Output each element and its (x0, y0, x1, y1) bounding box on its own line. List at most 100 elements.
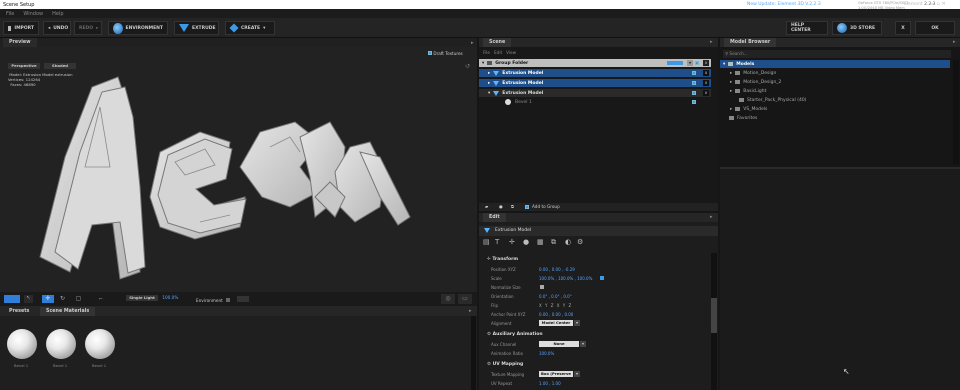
environment-swatch[interactable] (237, 296, 250, 302)
material-preset-thumb[interactable] (46, 329, 76, 359)
minimize-icon[interactable]: — (930, 1, 935, 7)
material-preset-thumb[interactable] (7, 329, 37, 359)
browser-item[interactable]: Starter_Pack_Physical (40) (736, 96, 806, 104)
transform-section-title[interactable]: ✛ Transform (487, 257, 518, 262)
deform-icon[interactable]: ◐ (565, 238, 571, 246)
scale-value[interactable]: 100.0% , 100.0% , 100.0% (539, 276, 592, 281)
camera-tool-icon[interactable] (4, 295, 20, 303)
undo-button[interactable]: ◂ UNDO (43, 21, 71, 35)
browser-menu-icon[interactable]: ▸ (953, 39, 956, 45)
panel-menu-icon[interactable]: ▸ (471, 40, 474, 46)
tab-scene[interactable]: Scene (483, 38, 512, 47)
scene-item[interactable]: ▸ Extrusion Model x (479, 69, 711, 77)
material-preset-thumb[interactable] (85, 329, 115, 359)
scene-menu-icon[interactable]: ▸ (710, 39, 713, 45)
scene-item[interactable]: ▸ Extrusion Model x (479, 79, 711, 87)
scene-menu-view[interactable]: View (506, 50, 516, 55)
snap-tool-icon[interactable]: ⌐ (94, 295, 108, 303)
orientation-value[interactable]: 0.0° , 0.0° , 0.0° (539, 294, 572, 299)
add-to-group-checkbox[interactable] (525, 205, 529, 209)
lock-icon[interactable] (600, 276, 604, 280)
update-notice[interactable]: New Update: Element 3D V.2.2.3 (747, 2, 821, 7)
help-center-button[interactable]: HELP CENTER (786, 21, 828, 35)
light-value[interactable]: 100.0% (162, 295, 178, 300)
texture-icon[interactable]: ▦ (537, 238, 544, 246)
chevron-down-icon[interactable]: ▾ (574, 371, 580, 377)
menu-file[interactable]: File (6, 11, 14, 17)
group-visible-checkbox[interactable] (695, 61, 699, 65)
item-delete-icon[interactable]: x (703, 70, 709, 76)
browser-search-input[interactable]: ⚲ Search... (723, 50, 951, 58)
redo-button[interactable]: REDO ▸ (74, 21, 102, 35)
group-delete-icon[interactable]: x (703, 60, 709, 66)
browser-item[interactable]: ▸ BasicLight (730, 87, 766, 95)
copy-icon[interactable]: ⧉ (551, 238, 556, 247)
presets-menu-icon[interactable]: ▸ (469, 308, 472, 314)
menu-help[interactable]: Help (52, 11, 63, 17)
transform-icon[interactable]: ✛ (509, 238, 515, 246)
item-visible-checkbox[interactable] (692, 81, 696, 85)
tab-edit[interactable]: Edit (483, 213, 506, 222)
rotate-tool-icon[interactable]: ↻ (58, 295, 67, 303)
create-button[interactable]: CREATE ▾ (225, 21, 275, 35)
menu-window[interactable]: Window (23, 11, 43, 17)
position-value[interactable]: 0.00 , 0.00 , -0.29 (539, 267, 575, 272)
edit-scrollbar[interactable] (711, 253, 717, 390)
environment-checkbox[interactable] (226, 298, 231, 302)
browser-root[interactable]: ▾ Models (720, 60, 950, 68)
browser-scrollbar[interactable] (953, 60, 959, 164)
add-folder-icon[interactable]: ▰ (485, 204, 488, 209)
environment-button[interactable]: ENVIRONMENT (108, 21, 168, 35)
chevron-down-icon[interactable]: ▾ (580, 341, 586, 347)
scale-tool-icon[interactable]: ▢ (74, 295, 83, 303)
item-visible-checkbox[interactable] (692, 71, 696, 75)
edit-menu-icon[interactable]: ▸ (710, 214, 713, 220)
import-button[interactable]: IMPORT (3, 21, 39, 35)
ok-button[interactable]: OK (915, 21, 955, 35)
3d-store-button[interactable]: 3D STORE (832, 21, 882, 35)
tab-model-browser[interactable]: Model Browser (724, 38, 777, 47)
alignment-dropdown[interactable]: Model Center (539, 320, 573, 326)
material-icon[interactable]: ● (523, 238, 529, 246)
flip-toggles[interactable]: X Y Z X Y Z (539, 303, 572, 308)
browser-item[interactable]: ▸ VS_Models (730, 105, 767, 113)
bevel-visible-checkbox[interactable] (692, 100, 696, 104)
light-mode-dropdown[interactable]: Single Light (126, 295, 158, 301)
chevron-down-icon[interactable]: ▾ (574, 320, 580, 326)
normalize-checkbox[interactable] (540, 285, 544, 289)
screenshot-icon[interactable]: ▭ (458, 294, 472, 304)
duplicate-icon[interactable]: ⧉ (511, 204, 514, 209)
maximize-icon[interactable]: ▫ (937, 1, 940, 7)
aux-channel-dropdown[interactable]: None (539, 341, 579, 347)
viewport[interactable]: Draft Textures Perspective Shaded Model:… (0, 47, 477, 292)
expand-icon[interactable]: ▾ (488, 91, 490, 96)
scene-menu-edit[interactable]: Edit (494, 50, 502, 55)
scene-item[interactable]: ▾ Extrusion Model x (479, 89, 711, 97)
item-delete-icon[interactable]: x (703, 90, 709, 96)
expand-icon[interactable]: ▸ (488, 71, 490, 76)
scene-menu-file[interactable]: File (483, 50, 490, 55)
edit-scrollbar-thumb[interactable] (711, 298, 717, 333)
render-icon[interactable]: ◎ (441, 294, 455, 304)
move-tool-icon[interactable]: ✛ (42, 295, 54, 303)
select-tool-icon[interactable]: ↖ (24, 295, 33, 303)
browser-item[interactable]: ▸ Motion_Design_2 (730, 78, 781, 86)
add-item-icon[interactable]: ● (499, 204, 503, 209)
uv-section-title[interactable]: ⚙ UV Mapping (487, 362, 523, 367)
gear-icon[interactable]: ⚙ (577, 238, 583, 246)
close-icon[interactable]: ✕ (942, 1, 946, 7)
tab-presets[interactable]: Presets (3, 307, 36, 316)
layers-icon[interactable]: ▤ (483, 238, 490, 246)
expand-icon[interactable]: ▾ (723, 62, 725, 67)
extrude-button[interactable]: EXTRUDE (174, 21, 219, 35)
environment-toggle[interactable]: Environment (196, 296, 250, 303)
expand-icon[interactable]: ▸ (488, 81, 490, 86)
tab-preview[interactable]: Preview (3, 38, 37, 47)
text-icon[interactable]: T (495, 238, 499, 246)
group-dropdown-icon[interactable]: ▾ (687, 60, 693, 66)
cancel-button[interactable]: X (895, 21, 911, 35)
expand-icon[interactable]: ▾ (482, 61, 484, 66)
uv-repeat-value[interactable]: 1.00 , 1.00 (539, 381, 561, 386)
texture-mapping-dropdown[interactable]: Box (Preserve (539, 371, 573, 377)
aux-section-title[interactable]: ⚙ Auxiliary Animation (487, 332, 543, 337)
